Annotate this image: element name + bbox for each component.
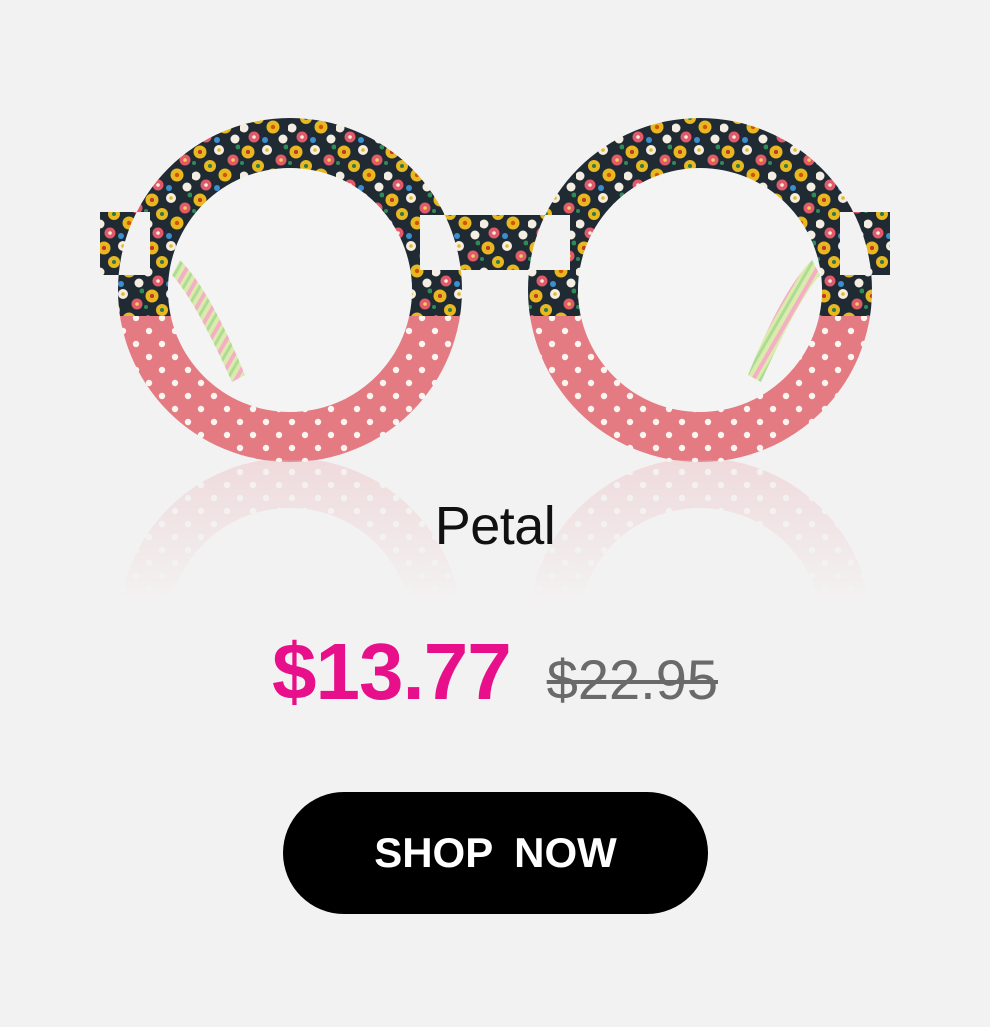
product-name[interactable]: Petal [0,494,990,558]
sale-price: $13.77 [272,627,512,716]
lens-left [168,168,412,412]
price-row: $13.77 $22.95 [0,624,990,728]
shop-now-button[interactable]: SHOP NOW [283,792,708,914]
original-price: $22.95 [546,648,718,711]
product-card: Petal $13.77 $22.95 SHOP NOW [0,0,990,1027]
lens-right [578,168,822,412]
